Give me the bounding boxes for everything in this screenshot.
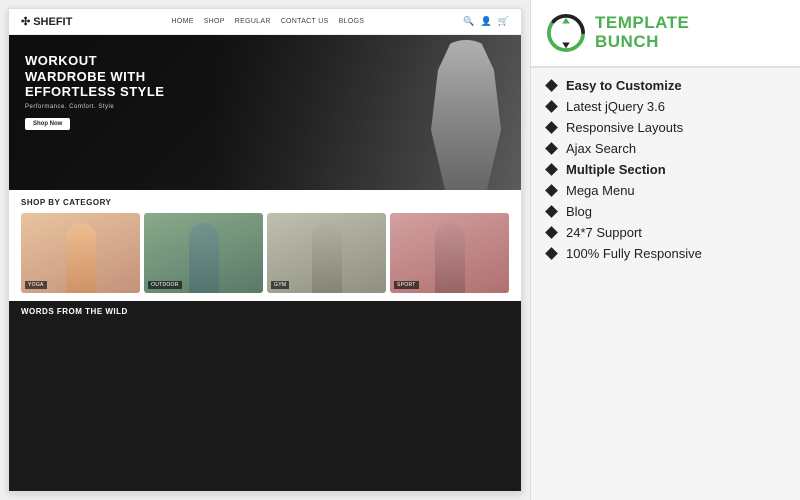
diamond-icon-1 <box>545 100 558 113</box>
feature-fully-responsive: 100% Fully Responsive <box>547 246 784 261</box>
shop-now-button[interactable]: Shop Now <box>25 118 70 130</box>
sport-label: SPORT <box>394 281 419 289</box>
feature-label-8: 100% Fully Responsive <box>566 246 702 261</box>
feature-label-1: Latest jQuery 3.6 <box>566 99 665 114</box>
right-panel: TEMPLATE BUNCH Easy to Customize Latest … <box>530 0 800 500</box>
tb-logo-icon <box>547 14 585 52</box>
nav-shop[interactable]: SHOP <box>204 18 225 25</box>
bottom-title: WORDS FROM THE WILD <box>21 307 509 316</box>
hero-content: WORKOUT WARDROBE WITH EFFORTLESS STYLE P… <box>25 53 164 130</box>
diamond-icon-2 <box>545 121 558 134</box>
feature-label-4: Multiple Section <box>566 162 666 177</box>
feature-easy-customize: Easy to Customize <box>547 78 784 93</box>
logo-text: SHEFIT <box>33 16 72 28</box>
diamond-icon-6 <box>545 205 558 218</box>
website-mockup: ✣ SHEFIT HOME SHOP REGULAR CONTACT US BL… <box>8 8 522 492</box>
sport-figure <box>435 223 465 293</box>
outdoor-label: OUTDOOR <box>148 281 182 289</box>
hero-figure <box>431 40 501 190</box>
nav-regular[interactable]: REGULAR <box>235 18 271 25</box>
user-icon[interactable]: 👤 <box>481 16 492 27</box>
gym-figure <box>312 223 342 293</box>
feature-label-3: Ajax Search <box>566 141 636 156</box>
feature-label-7: 24*7 Support <box>566 225 642 240</box>
diamond-icon-0 <box>545 79 558 92</box>
category-sport[interactable]: SPORT <box>390 213 509 293</box>
template-bunch-header: TEMPLATE BUNCH <box>531 0 800 68</box>
features-list: Easy to Customize Latest jQuery 3.6 Resp… <box>531 68 800 500</box>
feature-mega-menu: Mega Menu <box>547 183 784 198</box>
nav-blogs[interactable]: BLOGS <box>339 18 365 25</box>
feature-responsive: Responsive Layouts <box>547 120 784 135</box>
feature-multiple-section: Multiple Section <box>547 162 784 177</box>
diamond-icon-3 <box>545 142 558 155</box>
category-grid: YOGA OUTDOOR GYM SPORT <box>21 213 509 293</box>
feature-label-6: Blog <box>566 204 592 219</box>
tb-title-line2: BUNCH <box>595 33 689 52</box>
diamond-icon-5 <box>545 184 558 197</box>
category-outdoor[interactable]: OUTDOOR <box>144 213 263 293</box>
mock-navbar: ✣ SHEFIT HOME SHOP REGULAR CONTACT US BL… <box>9 9 521 35</box>
category-yoga[interactable]: YOGA <box>21 213 140 293</box>
nav-home[interactable]: HOME <box>172 18 194 25</box>
diamond-icon-7 <box>545 226 558 239</box>
feature-blog: Blog <box>547 204 784 219</box>
feature-ajax: Ajax Search <box>547 141 784 156</box>
diamond-icon-4 <box>545 163 558 176</box>
site-logo: ✣ SHEFIT <box>21 15 72 28</box>
tb-title-text: TEMPLATE BUNCH <box>595 14 689 51</box>
yoga-label: YOGA <box>25 281 47 289</box>
bottom-section: WORDS FROM THE WILD <box>9 301 521 491</box>
category-title: SHOP BY CATEGORY <box>21 198 509 207</box>
yoga-figure <box>66 223 96 293</box>
category-gym[interactable]: GYM <box>267 213 386 293</box>
logo-v-icon: ✣ <box>21 15 30 28</box>
cart-icon[interactable]: 🛒 <box>498 16 509 27</box>
hero-subtitle: Performance. Comfort. Style <box>25 104 164 110</box>
category-section: SHOP BY CATEGORY YOGA OUTDOOR GYM SPORT <box>9 190 521 301</box>
feature-jquery: Latest jQuery 3.6 <box>547 99 784 114</box>
nav-contact[interactable]: CONTACT US <box>281 18 329 25</box>
diamond-icon-8 <box>545 247 558 260</box>
nav-icon-group: 🔍 👤 🛒 <box>463 16 509 27</box>
feature-label-0: Easy to Customize <box>566 78 682 93</box>
tb-title-line1: TEMPLATE <box>595 14 689 33</box>
outdoor-figure <box>189 223 219 293</box>
left-panel: ✣ SHEFIT HOME SHOP REGULAR CONTACT US BL… <box>0 0 530 500</box>
feature-label-5: Mega Menu <box>566 183 635 198</box>
hero-title: WORKOUT WARDROBE WITH EFFORTLESS STYLE <box>25 53 164 100</box>
feature-label-2: Responsive Layouts <box>566 120 683 135</box>
nav-links: HOME SHOP REGULAR CONTACT US BLOGS <box>172 18 365 25</box>
hero-section: WORKOUT WARDROBE WITH EFFORTLESS STYLE P… <box>9 35 521 190</box>
feature-support: 24*7 Support <box>547 225 784 240</box>
search-icon[interactable]: 🔍 <box>463 16 474 27</box>
gym-label: GYM <box>271 281 289 289</box>
